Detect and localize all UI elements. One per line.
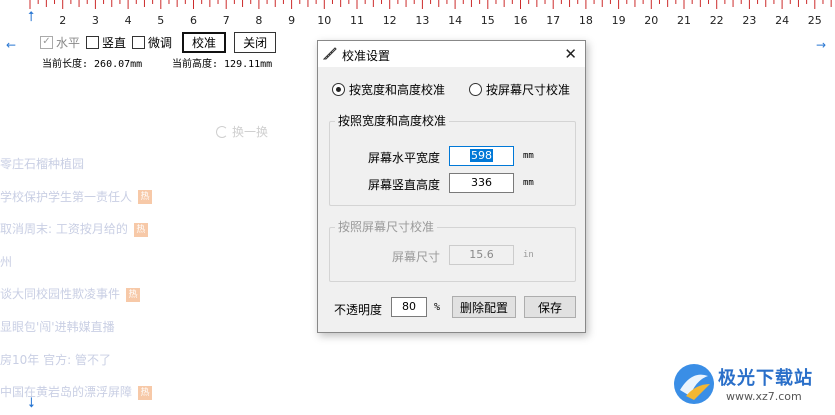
screen-height-label: 屏幕竖直高度 [367, 178, 440, 192]
news-item[interactable]: 学校保护学生第一责任人热 [0, 188, 153, 205]
refresh-label: 换一换 [232, 125, 269, 139]
ruler-tick-label: 20 [644, 14, 658, 27]
ruler-tick-label: 12 [383, 14, 397, 27]
news-item[interactable]: 取消周末: 工资按月给的热 [0, 220, 148, 237]
close-ruler-button[interactable]: 关闭 [234, 31, 277, 53]
news-item-text: 显眼包'闯'进韩媒直播 [0, 320, 115, 334]
ruler-left-arrow-icon[interactable]: ← [6, 38, 16, 52]
refresh-icon [216, 125, 228, 138]
ruler-right-arrow-icon[interactable]: → [816, 38, 826, 52]
news-item-text: 谈大同校园性欺凌事件 [0, 287, 121, 302]
ruler-tick-label: 14 [448, 14, 462, 27]
ruler-tick-label: 8 [255, 14, 262, 27]
radio-screen-size[interactable]: 按屏幕尺寸校准 [469, 81, 570, 98]
checkmark-icon: ✓ [40, 35, 53, 49]
news-item-text: 学校保护学生第一责任人 [0, 189, 133, 204]
hot-badge: 热 [133, 222, 148, 237]
ruler[interactable]: 2 3 4 5 6 7 8 9 10 11 12 13 14 15 16 17 18 19 20 21 22 23 24 25… [0, 0, 835, 30]
ruler-tick-label: 13 [415, 14, 429, 27]
delete-config-button[interactable]: 删除配置 [452, 296, 516, 318]
refresh-link[interactable]: 换一换 [216, 123, 268, 140]
ruler-tick-label: 6 [190, 14, 197, 27]
close-icon[interactable]: ✕ [564, 45, 577, 63]
ruler-top-marker-icon[interactable]: ⭡ [28, 10, 35, 24]
screen-height-unit: mm [523, 178, 534, 188]
current-length-readout: 当前长度: 260.07mm [42, 59, 143, 70]
horizontal-label: 水平 [56, 35, 81, 50]
news-item-text: 房10年 官方: 管不了 [0, 352, 111, 367]
ruler-tick-label: 24 [775, 14, 789, 27]
radio-width-height[interactable]: 按宽度和高度校准 [332, 81, 445, 98]
watermark-brand: 极光下载站 [718, 368, 813, 389]
ruler-tick-label: 15 [481, 14, 495, 27]
fine-tune-label: 微调 [148, 35, 173, 50]
watermark-logo: 极光下载站 www.xz7.com [668, 358, 833, 413]
group-width-height-title: 按照宽度和高度校准 [335, 112, 450, 129]
watermark-url: www.xz7.com [726, 390, 802, 403]
news-item-text: 州 [0, 254, 13, 269]
screen-size-input[interactable]: 15.6 [449, 245, 514, 265]
save-button[interactable]: 保存 [524, 296, 576, 318]
opacity-label: 不透明度 [334, 303, 383, 317]
hot-badge: 热 [126, 287, 141, 302]
screen-width-input[interactable]: 598 [449, 146, 514, 166]
calibration-dialog: 校准设置 ✕ 按宽度和高度校准 按屏幕尺寸校准 按照宽度和高度校准 屏幕水平宽度… [317, 40, 586, 333]
current-height-readout: 当前高度: 129.11mm [172, 59, 273, 70]
ruler-tick-label: 22 [710, 14, 724, 27]
ruler-tick-label: 21 [677, 14, 691, 27]
fine-tune-checkbox[interactable]: 微调 [132, 34, 172, 51]
radio-width-height-label: 按宽度和高度校准 [349, 83, 446, 97]
vertical-label: 竖直 [102, 35, 127, 50]
dialog-title: 校准设置 [342, 49, 391, 63]
checkbox-empty-icon [132, 35, 146, 49]
ruler-tick-label: 9 [288, 14, 295, 27]
radio-screen-size-label: 按屏幕尺寸校准 [486, 83, 571, 97]
ruler-tick-label: 16 [514, 14, 528, 27]
ruler-tick-label: 10 [317, 14, 331, 27]
dialog-titlebar[interactable]: 校准设置 ✕ [318, 41, 585, 67]
screen-width-label: 屏幕水平宽度 [367, 151, 440, 165]
screen-size-unit: in [523, 250, 534, 260]
hot-badge: 热 [138, 190, 153, 205]
news-item[interactable]: 中国在黄岩岛的漂浮屏障热 [0, 383, 153, 400]
aurora-logo-icon [674, 364, 714, 404]
news-item[interactable]: 显眼包'闯'进韩媒直播 [0, 318, 115, 335]
radio-selected-icon [332, 83, 345, 96]
ruler-tick-label: 19 [612, 14, 626, 27]
horizontal-checkbox[interactable]: ✓ 水平 [40, 34, 80, 51]
ruler-tick-label: 11 [350, 14, 364, 27]
ruler-app-icon [323, 47, 337, 60]
opacity-input[interactable]: 80 [391, 297, 427, 317]
screen-size-label: 屏幕尺寸 [391, 250, 440, 264]
hot-badge: 热 [138, 385, 153, 400]
checkbox-empty-icon [86, 35, 100, 49]
ruler-tick-label: 5 [157, 14, 164, 27]
ruler-tick-label: 18 [579, 14, 593, 27]
news-item-text: 零庄石榴种植园 [0, 157, 85, 171]
news-item[interactable]: 谈大同校园性欺凌事件热 [0, 285, 141, 302]
ruler-tick-label: 17 [546, 14, 560, 27]
news-item[interactable]: 州 [0, 253, 12, 270]
ruler-tick-label: 3 [92, 14, 99, 27]
ruler-tick-label: 7 [223, 14, 230, 27]
group-screen-size-title: 按照屏幕尺寸校准 [335, 218, 438, 235]
news-item-text: 取消周末: 工资按月给的 [0, 222, 128, 237]
screen-width-unit: mm [523, 151, 534, 161]
radio-unselected-icon [469, 83, 482, 96]
news-item[interactable]: 零庄石榴种植园 [0, 155, 84, 172]
vertical-checkbox[interactable]: 竖直 [86, 34, 126, 51]
ruler-scale: 2 3 4 5 6 7 8 9 10 11 12 13 14 15 16 17 18 19 20 21 22 23 24 25… [29, 0, 832, 27]
ruler-toolbar: ✓ 水平 竖直 微调 校准 关闭 [40, 31, 277, 53]
screen-height-input[interactable]: 336 [449, 173, 514, 193]
ruler-tick-label: 25 [808, 14, 822, 27]
opacity-unit: % [434, 302, 441, 313]
ruler-tick-label: 23 [742, 14, 756, 27]
news-item-text: 中国在黄岩岛的漂浮屏障 [0, 385, 133, 400]
ruler-tick-label: 4 [125, 14, 132, 27]
ruler-tick-label: 2 [59, 14, 66, 27]
calibrate-button[interactable]: 校准 [182, 31, 227, 53]
news-item[interactable]: 房10年 官方: 管不了 [0, 351, 111, 368]
